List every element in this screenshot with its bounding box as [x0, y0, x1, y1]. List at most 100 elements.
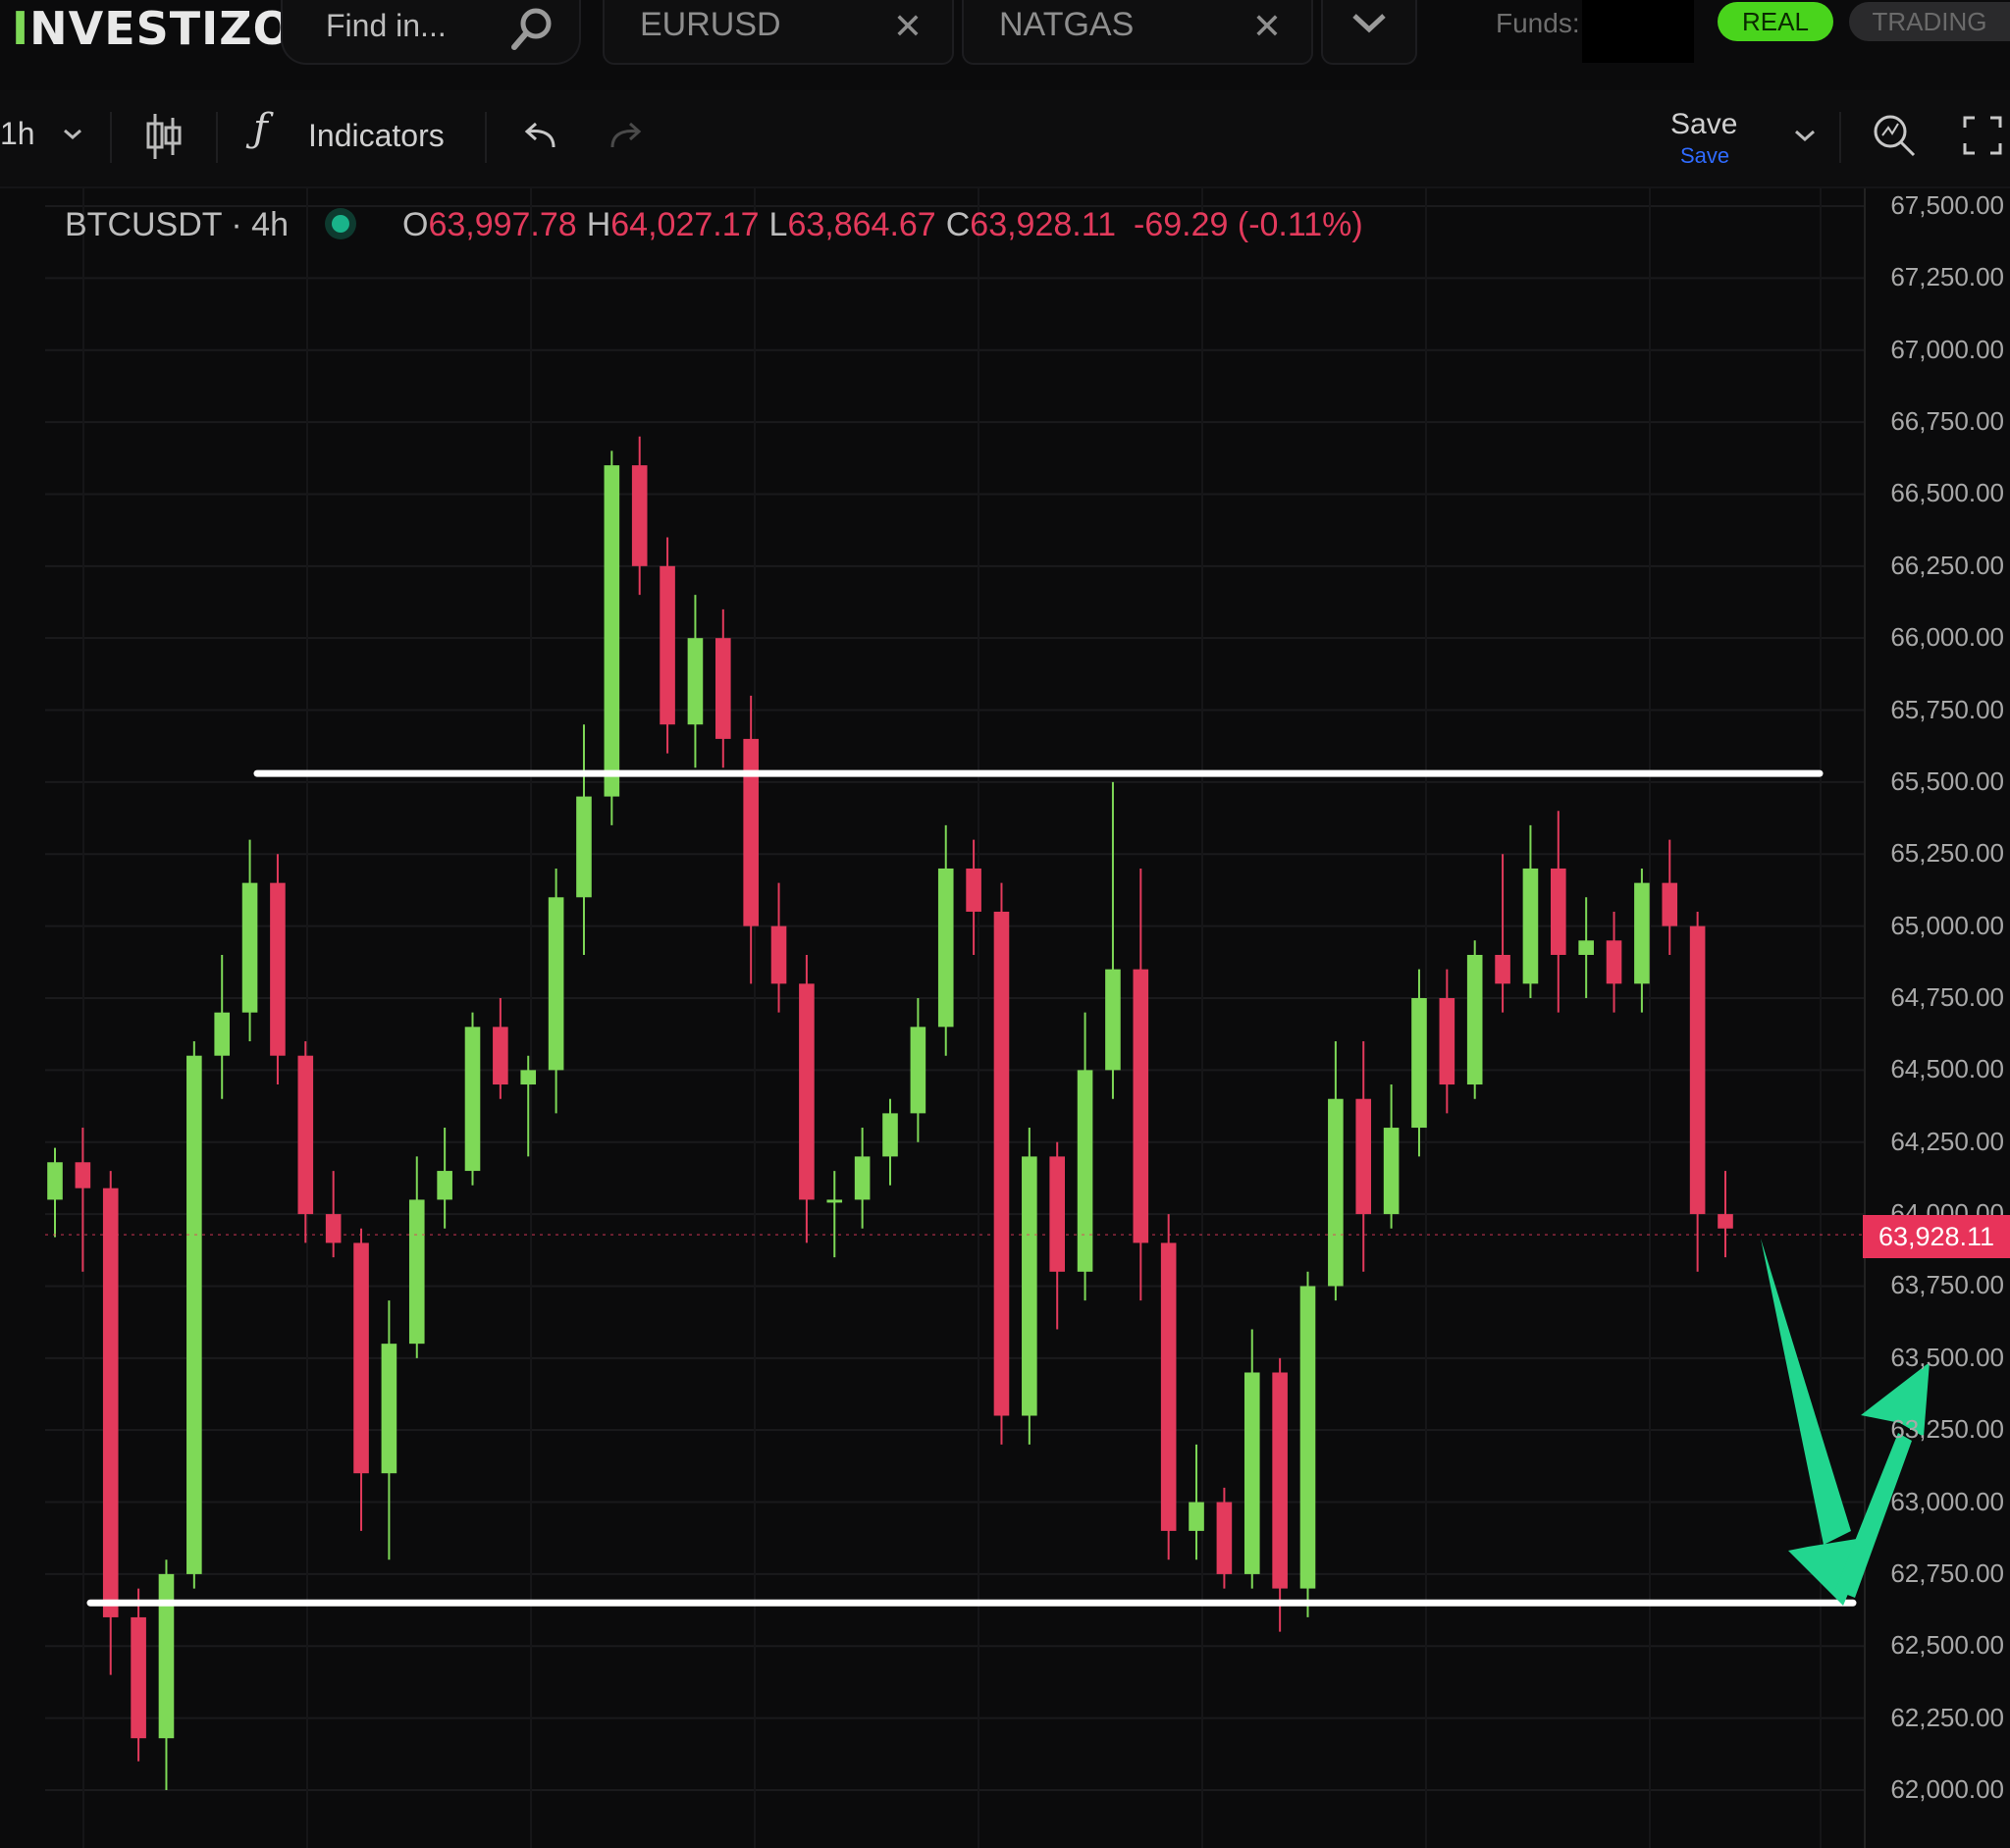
price-tick-label: 65,250.00: [1890, 838, 2004, 869]
candle-body: [882, 1113, 898, 1157]
price-tick-label: 64,750.00: [1890, 982, 2004, 1012]
candle-body: [1355, 1098, 1372, 1215]
price-tick-label: 66,500.00: [1890, 478, 2004, 508]
candle-body: [381, 1344, 397, 1474]
real-account-toggle[interactable]: REAL: [1718, 2, 1833, 41]
chevron-down-icon[interactable]: [61, 126, 84, 143]
candle-body: [937, 868, 954, 1028]
price-tick-label: 65,000.00: [1890, 910, 2004, 940]
divider: [110, 112, 112, 163]
candle-body: [1077, 1070, 1093, 1272]
trading-toggle[interactable]: TRADING: [1849, 2, 2010, 41]
candle-body: [1522, 868, 1539, 984]
candle-body: [910, 1027, 926, 1114]
candle-body: [408, 1199, 425, 1345]
candle-body: [548, 897, 564, 1071]
price-tick-label: 67,250.00: [1890, 262, 2004, 292]
search-placeholder: Find in...: [326, 8, 447, 43]
price-chart[interactable]: [0, 188, 2010, 1848]
indicators-button[interactable]: Indicators: [308, 118, 445, 154]
price-tick-label: 66,750.00: [1890, 406, 2004, 437]
funds-label: Funds:: [1496, 8, 1580, 38]
candle-body: [1662, 882, 1678, 926]
price-tick-label: 64,250.00: [1890, 1126, 2004, 1156]
price-tick-label: 64,500.00: [1890, 1054, 2004, 1084]
function-icon[interactable]: ƒ: [253, 106, 268, 151]
candle-body: [1550, 868, 1566, 955]
undo-icon[interactable]: [520, 120, 559, 153]
candle-body: [799, 983, 815, 1200]
tab-label: NATGAS: [999, 6, 1135, 43]
fullscreen-icon[interactable]: [1961, 114, 2004, 157]
close-value: 63,928.11: [970, 206, 1117, 243]
high-label: H: [586, 206, 611, 243]
candle-body: [993, 911, 1010, 1416]
candle-body: [826, 1199, 843, 1203]
price-tick-label: 66,250.00: [1890, 550, 2004, 580]
candle-body: [520, 1070, 537, 1085]
candle-body: [1718, 1214, 1733, 1229]
candle-body: [1411, 998, 1427, 1129]
price-tick-label: 66,000.00: [1890, 622, 2004, 653]
tabs-more-button[interactable]: [1321, 0, 1417, 65]
divider: [216, 112, 218, 163]
close-icon[interactable]: ✕: [1252, 6, 1282, 47]
tab-natgas[interactable]: NATGAS ✕: [962, 0, 1313, 65]
tab-label: EURUSD: [640, 6, 781, 43]
magnifier-zoom-icon[interactable]: [1871, 110, 1920, 161]
search-box[interactable]: Find in...: [281, 0, 581, 65]
candle-body: [743, 738, 759, 926]
price-tick-label: 67,000.00: [1890, 334, 2004, 364]
divider: [1839, 112, 1841, 163]
candle-body: [241, 882, 258, 1013]
ohlc-legend: BTCUSDT · 4h O63,997.78 H64,027.17 L63,864.…: [65, 206, 1363, 244]
candle-body: [1495, 954, 1510, 984]
candle-body: [1578, 940, 1594, 955]
price-tick-label: 65,750.00: [1890, 694, 2004, 724]
candle-body: [325, 1214, 342, 1243]
close-label: C: [945, 206, 971, 243]
price-tick-label: 65,500.00: [1890, 766, 2004, 796]
price-tick-label: 67,500.00: [1890, 190, 2004, 220]
candle-body: [1133, 969, 1149, 1243]
candle-body: [604, 465, 620, 797]
candle-body: [576, 796, 592, 898]
symbol-label[interactable]: BTCUSDT · 4h: [65, 206, 289, 243]
candle-body: [297, 1055, 314, 1215]
divider: [485, 112, 487, 163]
candle-body: [1299, 1286, 1316, 1589]
price-tick-label: 63,250.00: [1890, 1414, 2004, 1445]
low-label: L: [768, 206, 788, 243]
interval-selector[interactable]: 1h: [0, 116, 35, 152]
candle-body: [75, 1162, 91, 1188]
change-value: -69.29 (-0.11%): [1134, 206, 1363, 243]
low-value: 63,864.67: [787, 206, 936, 243]
candle-body: [270, 882, 286, 1056]
investizo-logo[interactable]: INVESTIZO: [12, 2, 292, 55]
candle-body: [437, 1171, 452, 1200]
candle-body: [1634, 882, 1650, 984]
tab-eurusd[interactable]: EURUSD ✕: [603, 0, 954, 65]
candle-body: [1689, 925, 1706, 1215]
candle-body: [687, 638, 704, 725]
candles-icon[interactable]: [143, 110, 183, 163]
candle-body: [1049, 1156, 1066, 1272]
close-icon[interactable]: ✕: [893, 6, 923, 47]
candle-body: [1272, 1372, 1288, 1589]
save-sublabel: Save: [1680, 143, 1730, 168]
save-button[interactable]: Save: [1670, 108, 1737, 141]
candle-body: [1439, 998, 1455, 1085]
price-tick-label: 62,500.00: [1890, 1630, 2004, 1661]
candle-body: [1243, 1372, 1260, 1574]
candle-body: [214, 1012, 231, 1056]
search-icon[interactable]: [508, 4, 557, 53]
market-status-dot: [331, 215, 349, 234]
price-tick-label: 62,750.00: [1890, 1558, 2004, 1588]
chevron-down-icon: [1352, 14, 1386, 33]
open-value: 63,997.78: [428, 206, 577, 243]
candle-body: [102, 1188, 119, 1617]
candle-body: [854, 1156, 871, 1200]
chevron-down-icon[interactable]: [1792, 128, 1818, 145]
candle-body: [1105, 969, 1121, 1071]
redo-icon[interactable]: [607, 120, 646, 153]
